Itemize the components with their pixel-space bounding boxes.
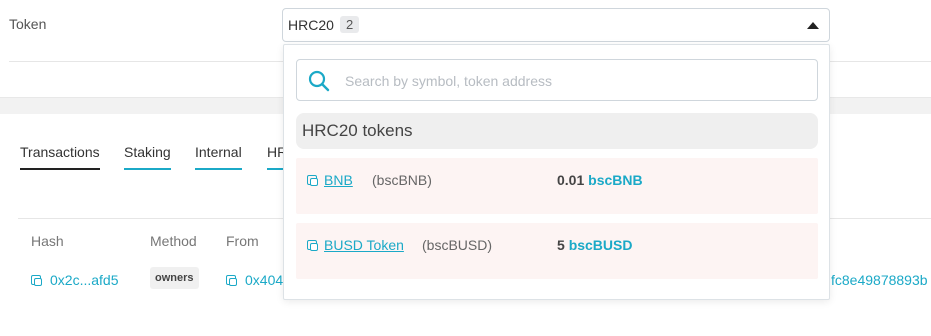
search-icon xyxy=(308,70,330,92)
token-option-bnb[interactable]: BNB (bscBNB) 0.01 bscBNB xyxy=(296,158,818,214)
to-address-link[interactable]: fc8e49878893b xyxy=(831,272,928,288)
token-dropdown-panel: HRC20 tokens BNB (bscBNB) 0.01 bscBNB BU… xyxy=(283,44,830,300)
column-header-hash: Hash xyxy=(31,233,64,249)
copy-icon[interactable] xyxy=(307,240,318,251)
copy-icon[interactable] xyxy=(31,275,42,286)
tab-internal[interactable]: Internal xyxy=(195,144,242,170)
column-header-method: Method xyxy=(150,233,197,249)
token-select[interactable]: HRC20 2 xyxy=(282,8,830,42)
token-count-badge: 2 xyxy=(340,16,360,33)
token-name-link[interactable]: BUSD Token xyxy=(324,237,404,253)
token-name-link[interactable]: BNB xyxy=(324,172,353,188)
token-amount: 0.01 bscBNB xyxy=(557,172,643,188)
token-search-input[interactable] xyxy=(343,70,807,92)
token-amount-value: 5 xyxy=(557,237,565,253)
token-symbol: (bscBNB) xyxy=(372,172,432,188)
copy-icon[interactable] xyxy=(226,275,237,286)
caret-up-icon[interactable] xyxy=(807,22,819,29)
token-symbol: (bscBUSD) xyxy=(422,237,493,253)
from-address-link[interactable]: 0x404 xyxy=(245,272,283,288)
token-amount-symbol: bscBUSD xyxy=(568,237,633,253)
token-field-label: Token xyxy=(9,16,47,32)
token-option-busd[interactable]: BUSD Token (bscBUSD) 5 bscBUSD xyxy=(296,223,818,279)
copy-icon[interactable] xyxy=(307,175,318,186)
token-amount-value: 0.01 xyxy=(557,172,585,188)
column-header-from: From xyxy=(226,233,259,249)
token-select-value: HRC20 xyxy=(288,17,334,33)
token-amount-symbol: bscBNB xyxy=(588,172,643,188)
tab-staking[interactable]: Staking xyxy=(124,144,171,170)
tx-hash-link[interactable]: 0x2c...afd5 xyxy=(50,272,119,288)
tab-transactions[interactable]: Transactions xyxy=(20,144,100,170)
group-title: HRC20 tokens xyxy=(296,113,818,149)
token-search-box[interactable] xyxy=(296,59,818,101)
token-amount: 5 bscBUSD xyxy=(557,237,632,253)
method-badge: owners xyxy=(150,267,199,289)
